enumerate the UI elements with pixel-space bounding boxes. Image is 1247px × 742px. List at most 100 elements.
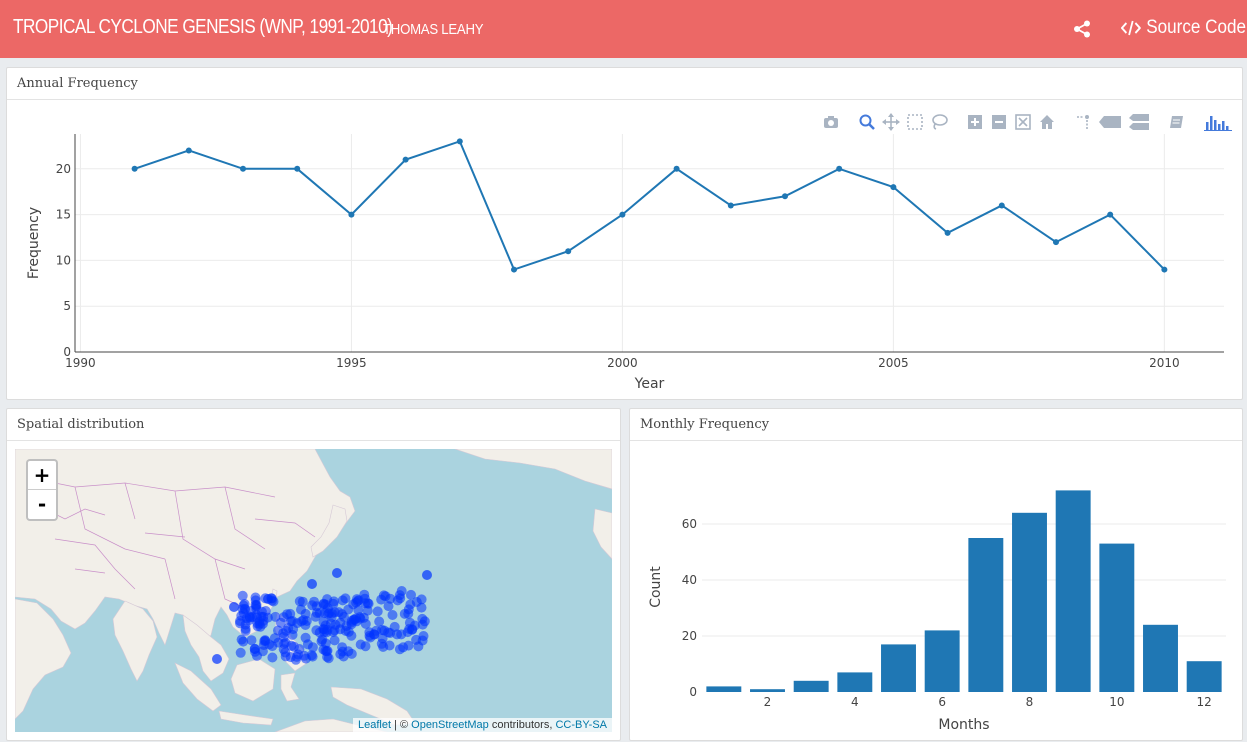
data-point[interactable]	[565, 248, 572, 255]
bar[interactable]	[1143, 624, 1178, 692]
genesis-point	[310, 611, 321, 622]
bar[interactable]	[1055, 490, 1091, 692]
source-code-button[interactable]: Source Code	[1121, 17, 1246, 39]
zoom-out-button[interactable]: -	[28, 490, 56, 519]
x-tick-label: 2000	[607, 356, 638, 370]
x-tick-label: 4	[851, 695, 859, 709]
data-point[interactable]	[240, 165, 247, 172]
map-canvas[interactable]	[15, 449, 612, 732]
panel-title: Spatial distribution	[7, 409, 620, 441]
genesis-point	[329, 635, 340, 646]
genesis-point	[380, 591, 391, 602]
data-point[interactable]	[1107, 211, 1114, 218]
genesis-point	[250, 599, 261, 610]
monthly-frequency-chart: 0 20 40 60 2 4 6 8 10 12 Months Count	[648, 490, 1226, 733]
app-header: TROPICAL CYCLONE GENESIS (WNP, 1991-2010…	[0, 0, 1247, 58]
genesis-point	[282, 609, 293, 620]
data-point[interactable]	[619, 211, 626, 218]
data-point[interactable]	[131, 165, 138, 172]
data-point[interactable]	[185, 147, 192, 154]
genesis-point	[307, 600, 318, 611]
license-link[interactable]: CC-BY-SA	[555, 719, 607, 731]
genesis-point	[363, 598, 374, 609]
genesis-point	[383, 601, 394, 612]
data-point[interactable]	[511, 266, 518, 273]
y-tick-label: 40	[682, 573, 697, 587]
monthly-frequency-panel: Monthly Frequency 0 20 40 60 2 4 6 8 10 12 Months C…	[629, 408, 1243, 741]
genesis-point	[335, 649, 346, 660]
bar[interactable]	[793, 680, 829, 692]
x-tick-label: 8	[1026, 695, 1034, 709]
genesis-point	[292, 618, 303, 629]
x-tick-label: 2	[764, 695, 772, 709]
genesis-point	[403, 640, 414, 651]
genesis-point	[280, 637, 291, 648]
bar[interactable]	[1186, 661, 1222, 692]
genesis-point	[332, 568, 342, 578]
bar[interactable]	[1099, 543, 1135, 692]
leaflet-link[interactable]: Leaflet	[358, 719, 391, 731]
genesis-point	[237, 590, 248, 601]
genesis-point	[300, 653, 311, 664]
y-tick-label: 60	[682, 517, 697, 531]
map-attribution: Leaflet | © OpenStreetMap contributors, …	[352, 718, 612, 732]
source-code-label: Source Code	[1146, 17, 1247, 38]
genesis-point	[387, 610, 398, 620]
app-title: TROPICAL CYCLONE GENESIS (WNP, 1991-2010…	[13, 16, 393, 38]
genesis-point	[322, 594, 333, 605]
data-point[interactable]	[727, 202, 734, 209]
y-tick-label: 10	[56, 253, 71, 267]
genesis-point	[307, 642, 318, 653]
genesis-point	[422, 570, 432, 580]
genesis-point	[319, 627, 330, 638]
genesis-point	[407, 624, 418, 635]
genesis-point	[260, 593, 271, 604]
data-point[interactable]	[998, 202, 1005, 209]
genesis-point	[322, 645, 333, 656]
genesis-point	[300, 632, 311, 643]
bar[interactable]	[1012, 512, 1047, 692]
bar[interactable]	[706, 686, 742, 692]
bar[interactable]	[968, 538, 1004, 692]
bar[interactable]	[881, 644, 916, 692]
genesis-point	[238, 636, 249, 647]
data-point[interactable]	[348, 211, 355, 218]
genesis-point	[399, 608, 410, 619]
genesis-point	[337, 595, 348, 606]
bar[interactable]	[837, 672, 873, 692]
genesis-point	[376, 638, 387, 649]
share-icon[interactable]	[1073, 20, 1091, 38]
data-point[interactable]	[1052, 239, 1059, 246]
data-point[interactable]	[673, 165, 680, 172]
data-point[interactable]	[402, 156, 409, 163]
osm-link[interactable]: OpenStreetMap	[411, 719, 489, 731]
data-point[interactable]	[890, 184, 897, 191]
zoom-control: + -	[26, 459, 58, 521]
data-point[interactable]	[1161, 266, 1168, 273]
y-axis-title: Frequency	[26, 207, 42, 279]
genesis-point	[323, 608, 334, 619]
data-point[interactable]	[456, 138, 463, 145]
data-point[interactable]	[944, 229, 951, 236]
code-icon	[1121, 20, 1141, 36]
x-tick-label: 2005	[878, 356, 909, 370]
bar[interactable]	[924, 630, 960, 692]
data-point[interactable]	[781, 193, 788, 200]
genesis-point	[296, 604, 306, 615]
y-tick-label: 5	[63, 299, 71, 313]
genesis-point	[417, 619, 428, 630]
data-point[interactable]	[836, 165, 843, 172]
genesis-point	[212, 654, 222, 664]
genesis-point	[411, 597, 422, 607]
author-name: THOMAS LEAHY	[383, 21, 484, 38]
cyclone-map[interactable]: + - Leaflet | © OpenStreetMap contributo…	[15, 449, 612, 732]
genesis-point	[383, 627, 394, 638]
genesis-point	[343, 626, 354, 637]
bar[interactable]	[750, 689, 785, 692]
genesis-point	[257, 646, 268, 657]
genesis-point	[229, 602, 239, 612]
zoom-in-button[interactable]: +	[28, 461, 56, 490]
genesis-point	[355, 613, 366, 624]
genesis-point	[280, 651, 291, 662]
data-point[interactable]	[294, 165, 301, 172]
